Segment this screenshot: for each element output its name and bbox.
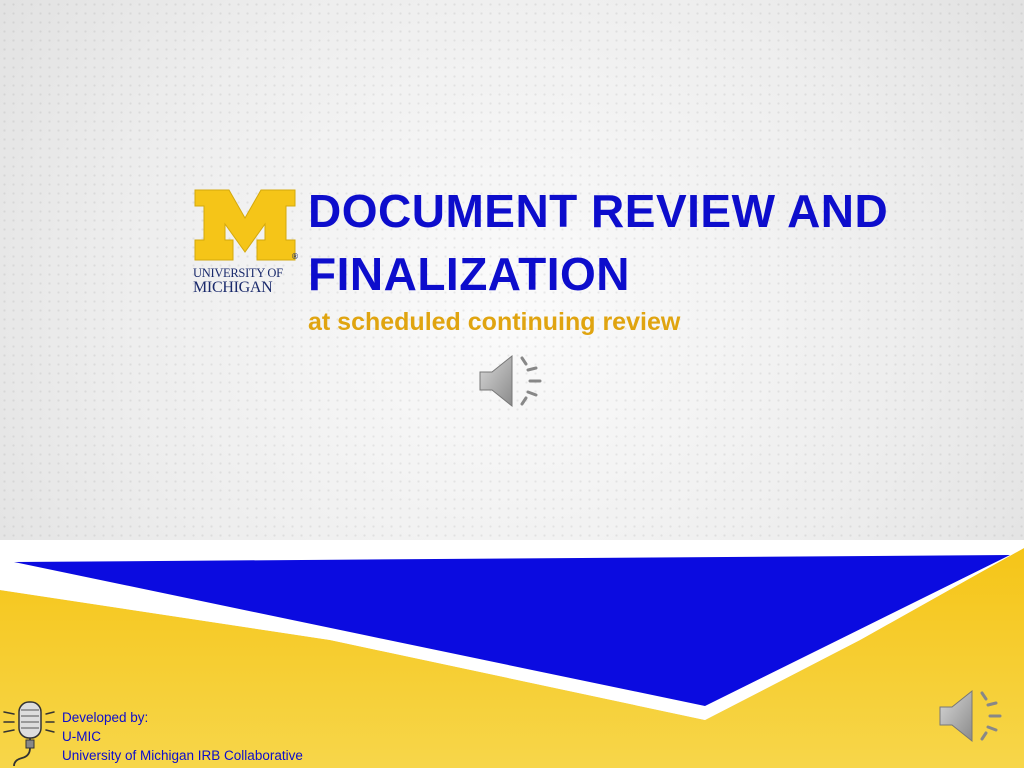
- slide-title: Document Review and Finalization: [308, 185, 889, 300]
- credits-org-abbrev: U-MIC: [62, 729, 101, 744]
- speaker-icon[interactable]: [476, 348, 546, 414]
- slide-subtitle: at scheduled continuing review: [308, 308, 681, 336]
- microphone-icon: [3, 701, 55, 767]
- credits-developed-by: Developed by:: [62, 710, 149, 725]
- logo-line-michigan: MICHIGAN: [193, 279, 273, 296]
- university-logo: ® UNIVERSITY OF MICHIGAN: [193, 186, 301, 298]
- credits: Developed by: U-MIC University of Michig…: [62, 708, 303, 765]
- logo-line-university: UNIVERSITY OF: [193, 266, 283, 280]
- speaker-icon[interactable]: [936, 683, 1006, 749]
- block-m-icon: [194, 189, 296, 261]
- credits-org-name: University of Michigan IRB Collaborative: [62, 748, 303, 763]
- trademark-symbol: ®: [291, 252, 299, 261]
